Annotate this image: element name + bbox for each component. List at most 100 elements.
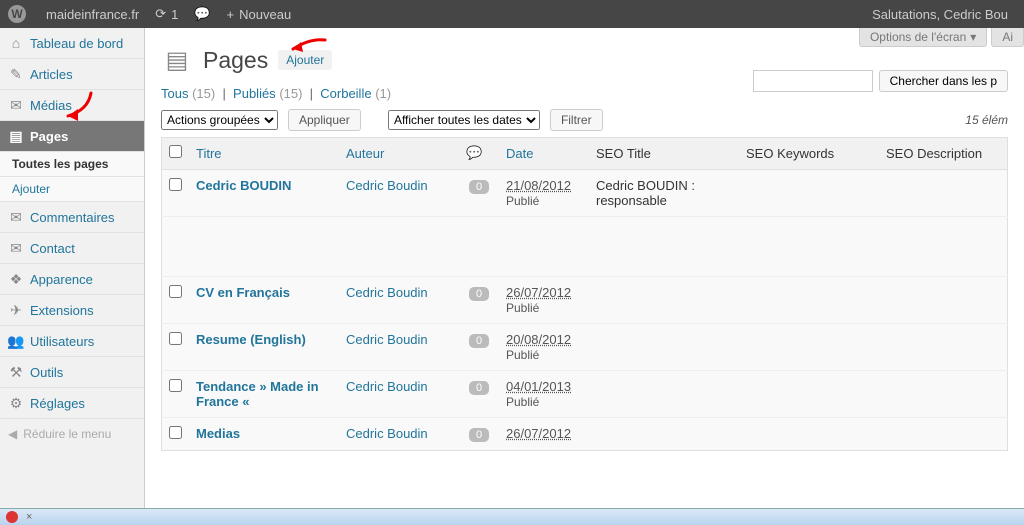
row-date: 20/08/2012: [506, 332, 571, 347]
col-title[interactable]: Titre: [196, 146, 222, 161]
admin-bar: W maideinfrance.fr ⟳1 💬 + Nouveau Salutat…: [0, 0, 1024, 28]
bulk-action-select[interactable]: Actions groupées: [161, 110, 278, 130]
row-seo-title: Cedric BOUDIN : responsable: [589, 170, 739, 217]
select-all-checkbox[interactable]: [169, 145, 182, 158]
page-title: Pages: [203, 47, 268, 74]
comment-col-icon: 💬: [466, 145, 482, 160]
site-link[interactable]: maideinfrance.fr: [38, 7, 147, 22]
row-seo-desc: [879, 277, 1008, 324]
sidebar-item-label: Extensions: [30, 303, 94, 318]
sidebar-item-comments[interactable]: ✉Commentaires: [0, 202, 144, 232]
row-comment-count[interactable]: 0: [469, 381, 489, 395]
row-checkbox[interactable]: [169, 285, 182, 298]
new-label: Nouveau: [239, 7, 291, 22]
row-checkbox[interactable]: [169, 379, 182, 392]
users-icon: 👥: [8, 333, 24, 349]
wp-logo-icon[interactable]: W: [8, 5, 26, 23]
site-name: maideinfrance.fr: [46, 7, 139, 22]
row-checkbox[interactable]: [169, 426, 182, 439]
sidebar-item-pages[interactable]: ▤ Pages: [0, 121, 144, 151]
appearance-icon: ❖: [8, 271, 24, 287]
row-title-link[interactable]: Cedric BOUDIN: [196, 178, 291, 193]
sidebar-item-label: Tableau de bord: [30, 36, 123, 51]
row-title-link[interactable]: Resume (English): [196, 332, 306, 347]
filter-all[interactable]: Tous: [161, 86, 188, 101]
contact-icon: ✉: [8, 240, 24, 256]
updates-link[interactable]: ⟳1: [147, 6, 186, 22]
row-seo-keywords: [739, 324, 879, 371]
row-seo-keywords: [739, 418, 879, 451]
row-author-link[interactable]: Cedric Boudin: [346, 285, 428, 300]
search-button[interactable]: Chercher dans les p: [879, 70, 1008, 92]
chevron-down-icon: ▾: [970, 30, 976, 44]
sidebar-item-label: Articles: [30, 67, 73, 82]
help-tab[interactable]: Ai: [991, 28, 1024, 47]
add-new-button[interactable]: Ajouter: [278, 50, 332, 70]
sidebar-item-label: Contact: [30, 241, 75, 256]
media-icon: ✉: [8, 97, 24, 113]
collapse-label: Réduire le menu: [23, 427, 111, 441]
row-author-link[interactable]: Cedric Boudin: [346, 426, 428, 441]
plugins-icon: ✈: [8, 302, 24, 318]
date-filter-select[interactable]: Afficher toutes les dates: [388, 110, 540, 130]
sidebar-item-label: Outils: [30, 365, 63, 380]
row-comment-count[interactable]: 0: [469, 180, 489, 194]
row-comment-count[interactable]: 0: [469, 287, 489, 301]
account-link[interactable]: Salutations, Cedric Bou: [864, 7, 1016, 22]
row-status: Publié: [506, 348, 539, 362]
row-comment-count[interactable]: 0: [469, 428, 489, 442]
row-author-link[interactable]: Cedric Boudin: [346, 379, 428, 394]
col-author[interactable]: Auteur: [346, 146, 384, 161]
submenu-add-page[interactable]: Ajouter: [0, 177, 144, 201]
row-date: 04/01/2013: [506, 379, 571, 394]
sidebar-item-appearance[interactable]: ❖Apparence: [0, 264, 144, 294]
pages-icon: ▤: [8, 128, 24, 144]
row-date: 21/08/2012: [506, 178, 571, 193]
row-title-link[interactable]: Medias: [196, 426, 240, 441]
screen-options-tab[interactable]: Options de l'écran▾: [859, 28, 987, 47]
sidebar-item-label: Médias: [30, 98, 72, 113]
filter-button[interactable]: Filtrer: [550, 109, 603, 131]
sidebar-item-dashboard[interactable]: ⌂Tableau de bord: [0, 28, 144, 58]
row-author-link[interactable]: Cedric Boudin: [346, 332, 428, 347]
greeting-text: Salutations, Cedric Bou: [872, 7, 1008, 22]
filter-trash[interactable]: Corbeille: [320, 86, 371, 101]
taskbar-close-icon[interactable]: ×: [26, 511, 32, 523]
taskbar-app-icon[interactable]: [6, 511, 18, 523]
row-author-link[interactable]: Cedric Boudin: [346, 178, 428, 193]
filter-published[interactable]: Publiés: [233, 86, 276, 101]
row-seo-title: [589, 277, 739, 324]
table-row: Resume (English) Cedric Boudin 0 20/08/2012…: [162, 324, 1008, 371]
row-title-link[interactable]: Tendance » Made in France «: [196, 379, 319, 409]
sidebar-item-media[interactable]: ✉ Médias: [0, 90, 144, 120]
sidebar-item-label: Pages: [30, 129, 68, 144]
sidebar-item-posts[interactable]: ✎ Articles: [0, 59, 144, 89]
sidebar-item-settings[interactable]: ⚙ Réglages: [0, 388, 144, 418]
new-link[interactable]: + Nouveau: [219, 7, 300, 22]
row-checkbox[interactable]: [169, 332, 182, 345]
comments-link[interactable]: 💬: [186, 6, 218, 22]
search-input[interactable]: [753, 70, 873, 92]
sidebar-item-tools[interactable]: ⚒Outils: [0, 357, 144, 387]
bulk-apply-button[interactable]: Appliquer: [288, 109, 361, 131]
sidebar-item-contact[interactable]: ✉ Contact: [0, 233, 144, 263]
col-date[interactable]: Date: [506, 146, 533, 161]
row-seo-title: [589, 324, 739, 371]
row-seo-desc: [879, 418, 1008, 451]
row-title-link[interactable]: CV en Français: [196, 285, 290, 300]
comments-icon: ✉: [8, 209, 24, 225]
sidebar-item-label: Réglages: [30, 396, 85, 411]
settings-icon: ⚙: [8, 395, 24, 411]
refresh-icon: ⟳: [155, 6, 166, 22]
submenu-all-pages[interactable]: Toutes les pages: [0, 152, 144, 176]
collapse-menu[interactable]: ◀Réduire le menu: [0, 419, 144, 449]
row-checkbox[interactable]: [169, 178, 182, 191]
row-comment-count[interactable]: 0: [469, 334, 489, 348]
row-seo-desc: [879, 371, 1008, 418]
plus-icon: +: [227, 7, 235, 22]
col-seo-keywords: SEO Keywords: [739, 138, 879, 170]
pin-icon: ✎: [8, 66, 24, 82]
tablenav-top: Actions groupées Appliquer Afficher tout…: [161, 109, 1008, 131]
sidebar-item-plugins[interactable]: ✈ Extensions: [0, 295, 144, 325]
sidebar-item-users[interactable]: 👥Utilisateurs: [0, 326, 144, 356]
